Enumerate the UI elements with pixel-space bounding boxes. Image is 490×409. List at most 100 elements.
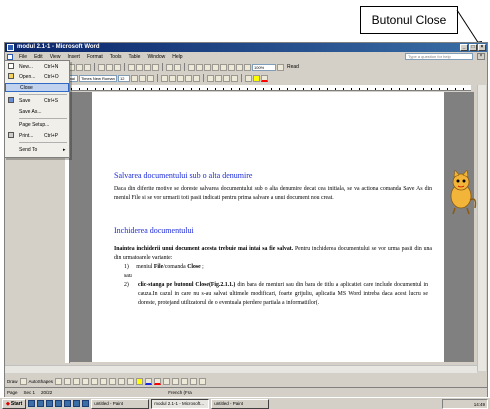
heading-salvarea: Salvarea documentului sub o alta denumir…: [114, 171, 253, 180]
quicklaunch-ie-icon[interactable]: [28, 400, 36, 407]
drawing-icon[interactable]: [228, 63, 235, 71]
rectangle-icon[interactable]: [73, 377, 81, 385]
quicklaunch-desktop-icon[interactable]: [37, 400, 45, 407]
taskbar-paint-2[interactable]: untitled - Paint: [211, 398, 270, 409]
paste-icon[interactable]: [144, 63, 151, 71]
close-button[interactable]: ×: [478, 44, 486, 51]
insert-table-icon[interactable]: [204, 63, 211, 71]
bullets-icon[interactable]: [215, 74, 222, 82]
line-color-icon[interactable]: [145, 377, 153, 385]
new-doc-icon: [8, 63, 14, 69]
status-language: French (Fra: [168, 390, 192, 395]
line-style-icon[interactable]: [163, 377, 171, 385]
file-menu-save-as[interactable]: Save As...: [5, 107, 69, 116]
doc-map-icon[interactable]: [236, 63, 243, 71]
file-menu-page-setup[interactable]: Page Setup...: [5, 120, 69, 129]
permission-icon[interactable]: [84, 63, 91, 71]
select-objects-icon[interactable]: [19, 377, 27, 385]
font-color-icon[interactable]: [261, 74, 268, 82]
menu-tools[interactable]: Tools: [110, 53, 122, 61]
line-icon[interactable]: [55, 377, 63, 385]
dash-style-icon[interactable]: [172, 377, 180, 385]
clipart-icon[interactable]: [118, 377, 126, 385]
file-menu-print[interactable]: Print... Ctrl+P: [5, 131, 69, 140]
cut-icon[interactable]: [128, 63, 135, 71]
columns-icon[interactable]: [220, 63, 227, 71]
diagram-icon[interactable]: [109, 377, 117, 385]
menu-help[interactable]: Help: [172, 53, 182, 61]
arrow-icon[interactable]: [64, 377, 72, 385]
arrow-style-icon[interactable]: [181, 377, 189, 385]
maximize-button[interactable]: □: [469, 44, 477, 51]
underline-icon[interactable]: [147, 74, 154, 82]
zoom-select[interactable]: 100%: [252, 63, 276, 71]
border-icon[interactable]: [245, 74, 252, 82]
line-spacing-icon[interactable]: [193, 74, 200, 82]
increase-indent-icon[interactable]: [231, 74, 238, 82]
undo-icon[interactable]: [166, 63, 173, 71]
align-center-icon[interactable]: [169, 74, 176, 82]
horizontal-scrollbar[interactable]: [5, 365, 477, 373]
quicklaunch-excel-icon[interactable]: [55, 400, 63, 407]
file-menu-save[interactable]: Save Ctrl+S: [5, 96, 69, 105]
decrease-indent-icon[interactable]: [223, 74, 230, 82]
picture-icon[interactable]: [127, 377, 135, 385]
align-left-icon[interactable]: [161, 74, 168, 82]
quicklaunch-word-icon[interactable]: [46, 400, 54, 407]
save-icon[interactable]: [76, 63, 83, 71]
print-icon[interactable]: [98, 63, 105, 71]
start-button[interactable]: ◆ Start: [2, 398, 27, 409]
fill-color-icon[interactable]: [136, 377, 144, 385]
horizontal-ruler[interactable]: [71, 85, 471, 91]
format-painter-icon[interactable]: [152, 63, 159, 71]
read-button[interactable]: Read: [287, 64, 299, 70]
shadow-icon[interactable]: [190, 377, 198, 385]
paragraph-inchidere-bold: Inaintea inchiderii unui document acesta…: [114, 246, 294, 252]
excel-icon[interactable]: [212, 63, 219, 71]
spelling-icon[interactable]: [114, 63, 121, 71]
show-hide-icon[interactable]: [244, 63, 251, 71]
menu-format[interactable]: Format: [87, 53, 103, 61]
paragraph-salvare: Daca din diferite motive se doreste salv…: [114, 186, 432, 201]
highlight-icon[interactable]: [253, 74, 260, 82]
vertical-scrollbar[interactable]: [477, 85, 486, 371]
copy-icon[interactable]: [136, 63, 143, 71]
taskbar-word[interactable]: modul 2.1-1 - Microsoft...: [151, 398, 210, 409]
textbox-icon[interactable]: [91, 377, 99, 385]
quicklaunch-folder-icon[interactable]: [82, 400, 90, 407]
file-menu-new[interactable]: New... Ctrl+N: [5, 62, 69, 71]
wordart-icon[interactable]: [100, 377, 108, 385]
list-item-1-end: ;: [200, 264, 204, 270]
draw-menu[interactable]: Draw: [7, 379, 18, 384]
help-search-input[interactable]: Type a question for help: [405, 53, 473, 60]
hyperlink-icon[interactable]: [188, 63, 195, 71]
minimize-button[interactable]: _: [460, 44, 468, 51]
menu-table[interactable]: Table: [128, 53, 140, 61]
autoshapes-menu[interactable]: AutoShapes: [29, 379, 54, 384]
font-size-select[interactable]: 12: [118, 74, 130, 82]
3d-icon[interactable]: [199, 377, 207, 385]
status-pages: 20/22: [41, 390, 53, 395]
bold-icon[interactable]: [131, 74, 138, 82]
file-menu-open[interactable]: Open... Ctrl+O: [5, 72, 69, 81]
document-close-button[interactable]: ×: [477, 53, 485, 60]
numbering-icon[interactable]: [207, 74, 214, 82]
quicklaunch-media-icon[interactable]: [73, 400, 81, 407]
tables-icon[interactable]: [196, 63, 203, 71]
menu-bar: File Edit View Insert Format Tools Table…: [5, 53, 487, 61]
quicklaunch-outlook-icon[interactable]: [64, 400, 72, 407]
align-right-icon[interactable]: [177, 74, 184, 82]
drawbar-font-color-icon[interactable]: [154, 377, 162, 385]
taskbar-paint-1[interactable]: untitled - Paint: [91, 398, 150, 409]
redo-icon[interactable]: [174, 63, 181, 71]
list-item-1-number: 1): [124, 264, 129, 270]
file-menu-send-to[interactable]: Send To ▸: [5, 145, 69, 154]
menu-window[interactable]: Window: [147, 53, 165, 61]
print-preview-icon[interactable]: [106, 63, 113, 71]
font-select[interactable]: Times New Roman: [79, 74, 117, 82]
justify-icon[interactable]: [185, 74, 192, 82]
oval-icon[interactable]: [82, 377, 90, 385]
help-icon[interactable]: [277, 63, 284, 71]
file-menu-close[interactable]: Close: [5, 83, 69, 92]
italic-icon[interactable]: [139, 74, 146, 82]
